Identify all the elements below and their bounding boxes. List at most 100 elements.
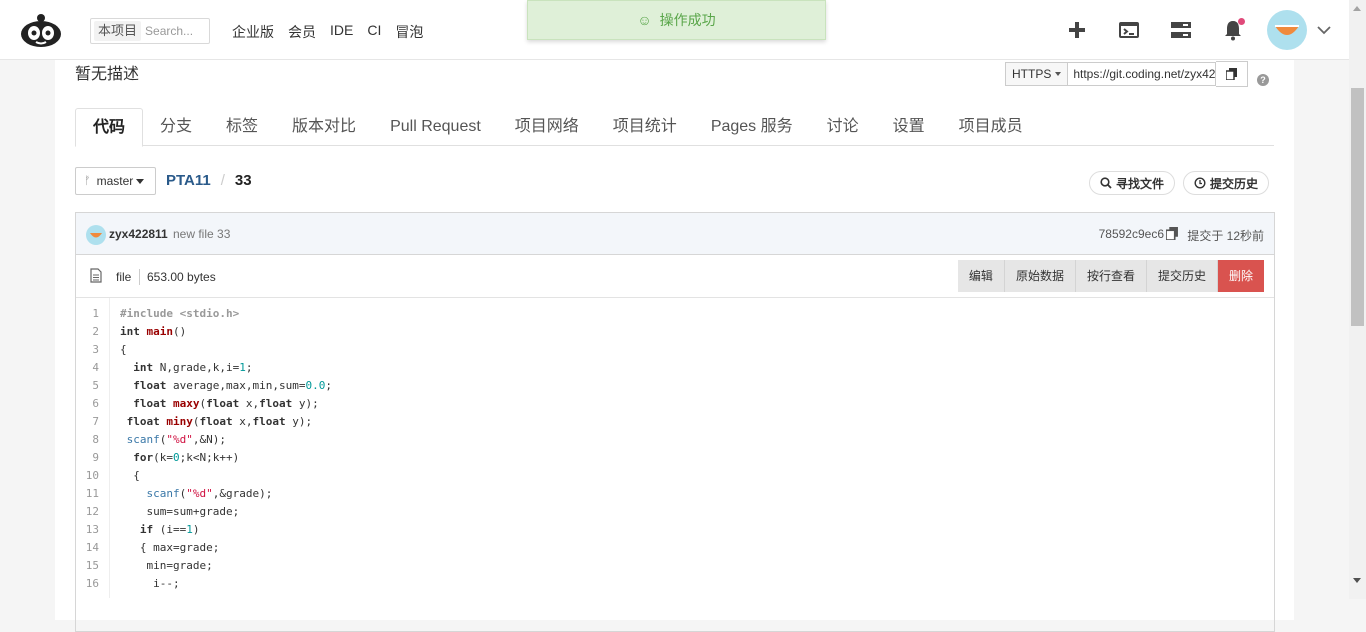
scroll-down-arrow-icon[interactable] bbox=[1353, 578, 1361, 583]
user-avatar[interactable] bbox=[1267, 10, 1307, 50]
scroll-thumb[interactable] bbox=[1351, 88, 1364, 326]
code-line: float miny(float x,float y); bbox=[126, 415, 313, 428]
copy-hash-icon[interactable] bbox=[1166, 227, 1178, 240]
code-line: int main() bbox=[120, 325, 187, 338]
code-line: sum=sum+grade; bbox=[120, 505, 240, 518]
project-description: 暂无描述 bbox=[75, 66, 140, 83]
line-number[interactable]: 16 bbox=[76, 577, 99, 590]
line-number[interactable]: 7 bbox=[76, 415, 99, 428]
line-number[interactable]: 2 bbox=[76, 325, 99, 338]
chevron-down-icon[interactable] bbox=[1317, 23, 1331, 37]
branch-icon: ᚠ bbox=[84, 175, 91, 187]
raw-button[interactable]: 原始数据 bbox=[1004, 260, 1076, 292]
code-line: scanf("%d",&grade); bbox=[146, 487, 273, 500]
project-tabs: 代码 分支 标签 版本对比 Pull Request 项目网络 项目统计 Pag… bbox=[75, 108, 1274, 147]
code-line: { bbox=[120, 469, 140, 482]
breadcrumb-repo[interactable]: PTA11 bbox=[166, 172, 211, 189]
caret-down-icon bbox=[1055, 72, 1062, 76]
file-history-button[interactable]: 提交历史 bbox=[1146, 260, 1218, 292]
file-icon bbox=[90, 268, 102, 283]
tab-stats[interactable]: 项目统计 bbox=[596, 108, 694, 146]
tab-pages[interactable]: Pages 服务 bbox=[694, 108, 810, 146]
clone-protocol-label: HTTPS bbox=[1012, 67, 1052, 81]
code-line: float maxy(float x,float y); bbox=[133, 397, 319, 410]
code-line: { bbox=[120, 343, 127, 356]
nav-enterprise[interactable]: 企业版 bbox=[232, 22, 274, 42]
scroll-up-arrow-icon[interactable] bbox=[1353, 6, 1361, 11]
notification-dot bbox=[1238, 18, 1245, 25]
line-number[interactable]: 15 bbox=[76, 559, 99, 572]
line-number[interactable]: 13 bbox=[76, 523, 99, 536]
line-number[interactable]: 10 bbox=[76, 469, 99, 482]
help-icon[interactable]: ? bbox=[1257, 74, 1269, 86]
smile-icon: ☺ bbox=[637, 12, 652, 28]
code-line: scanf("%d",&N); bbox=[126, 433, 226, 446]
branch-select[interactable]: ᚠ master bbox=[75, 167, 156, 195]
search-input[interactable]: 本项目 Search... bbox=[90, 18, 210, 44]
nav-member[interactable]: 会员 bbox=[288, 22, 316, 42]
delete-button[interactable]: 删除 bbox=[1217, 260, 1264, 292]
tab-branches[interactable]: 分支 bbox=[143, 108, 209, 146]
commit-message[interactable]: new file 33 bbox=[173, 227, 230, 241]
nav-ci[interactable]: CI bbox=[367, 22, 381, 42]
line-number[interactable]: 14 bbox=[76, 541, 99, 554]
tab-code[interactable]: 代码 bbox=[75, 108, 144, 147]
nav-bubble[interactable]: 冒泡 bbox=[395, 22, 423, 42]
edit-button[interactable]: 编辑 bbox=[957, 260, 1005, 292]
clone-protocol-select[interactable]: HTTPS bbox=[1005, 62, 1069, 86]
file-bar: file 653.00 bytes 编辑 原始数据 按行查看 提交历史 删除 bbox=[76, 255, 1274, 298]
clone-url-input[interactable]: https://git.coding.net/zyx422811/PTA11.g… bbox=[1068, 62, 1217, 86]
tab-pull-request[interactable]: Pull Request bbox=[373, 108, 498, 146]
file-viewer: zyx422811 new file 33 78592c9ec6 提交于 12秒… bbox=[75, 212, 1275, 632]
code-line: { max=grade; bbox=[120, 541, 220, 554]
copy-icon[interactable] bbox=[1216, 61, 1249, 87]
tab-compare[interactable]: 版本对比 bbox=[275, 108, 373, 146]
bell-icon[interactable] bbox=[1221, 18, 1245, 42]
line-number[interactable]: 11 bbox=[76, 487, 99, 500]
tab-tags[interactable]: 标签 bbox=[209, 108, 275, 146]
clone-url-group: HTTPS https://git.coding.net/zyx422811/P… bbox=[1005, 61, 1249, 87]
commit-hash[interactable]: 78592c9ec6 bbox=[1099, 227, 1164, 241]
page-scrollbar[interactable] bbox=[1349, 0, 1366, 599]
line-number[interactable]: 5 bbox=[76, 379, 99, 392]
tab-members[interactable]: 项目成员 bbox=[942, 108, 1040, 146]
commit-author-avatar[interactable] bbox=[86, 225, 106, 245]
branch-name: master bbox=[96, 174, 134, 188]
line-number[interactable]: 12 bbox=[76, 505, 99, 518]
find-file-label: 寻找文件 bbox=[1116, 176, 1165, 191]
code-line: min=grade; bbox=[120, 559, 213, 572]
nav-ide[interactable]: IDE bbox=[330, 22, 353, 42]
tab-settings[interactable]: 设置 bbox=[876, 108, 942, 146]
blame-button[interactable]: 按行查看 bbox=[1075, 260, 1147, 292]
breadcrumb-file: 33 bbox=[234, 172, 252, 189]
line-number[interactable]: 8 bbox=[76, 433, 99, 446]
search-icon bbox=[1100, 177, 1112, 189]
line-number[interactable]: 4 bbox=[76, 361, 99, 374]
code-line: if (i==1) bbox=[139, 523, 200, 536]
line-number[interactable]: 3 bbox=[76, 343, 99, 356]
search-placeholder: Search... bbox=[145, 24, 194, 38]
line-number[interactable]: 1 bbox=[76, 307, 99, 320]
history-label: 提交历史 bbox=[1210, 176, 1259, 191]
file-type: file bbox=[116, 270, 132, 284]
commit-author[interactable]: zyx422811 bbox=[109, 227, 168, 241]
server-icon[interactable] bbox=[1169, 18, 1193, 42]
plus-icon[interactable] bbox=[1065, 18, 1089, 42]
terminal-icon[interactable] bbox=[1117, 18, 1141, 42]
code-line: #include <stdio.h> bbox=[120, 307, 240, 320]
file-size: 653.00 bytes bbox=[147, 270, 216, 284]
find-file-button[interactable]: 寻找文件 bbox=[1089, 171, 1176, 195]
success-toast: ☺ 操作成功 bbox=[527, 0, 826, 40]
tab-discussion[interactable]: 讨论 bbox=[810, 108, 876, 146]
code-line: for(k=0;k<N;k++) bbox=[133, 451, 240, 464]
line-number[interactable]: 6 bbox=[76, 397, 99, 410]
coding-logo-icon[interactable] bbox=[18, 12, 64, 48]
search-scope[interactable]: 本项目 bbox=[94, 21, 142, 41]
line-number[interactable]: 9 bbox=[76, 451, 99, 464]
breadcrumb: PTA11 / 33 bbox=[166, 172, 252, 189]
divider bbox=[139, 269, 140, 285]
history-button[interactable]: 提交历史 bbox=[1183, 171, 1270, 195]
toast-message: 操作成功 bbox=[659, 12, 716, 28]
code-line: i--; bbox=[120, 577, 180, 590]
tab-network[interactable]: 项目网络 bbox=[498, 108, 596, 146]
